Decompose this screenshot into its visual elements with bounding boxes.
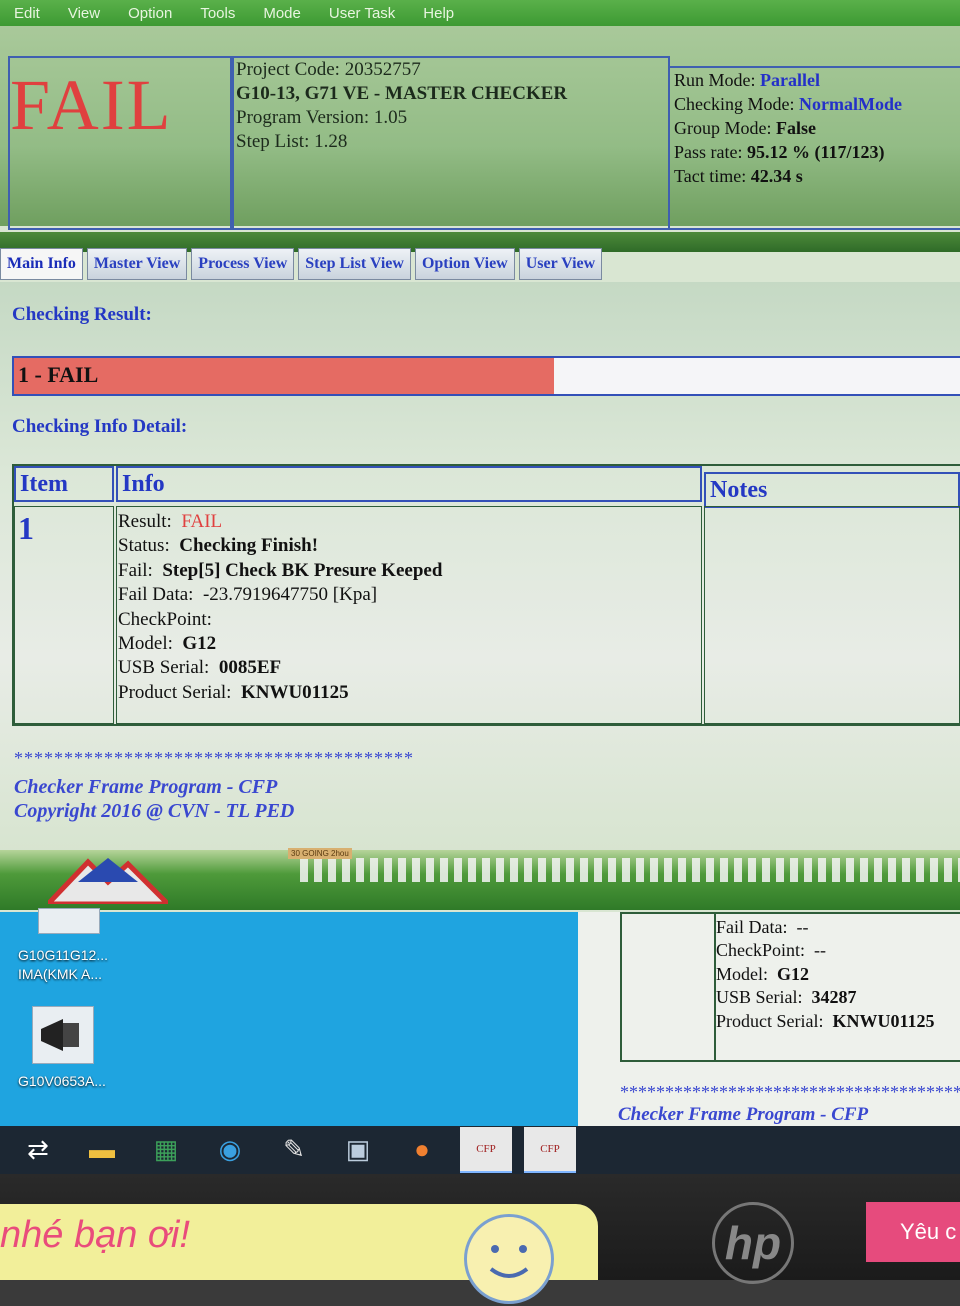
result-text: 1 - FAIL: [18, 362, 99, 387]
logo-bird-icon: [48, 858, 168, 904]
project-code: Project Code: 20352757: [236, 59, 421, 80]
tab-master-view[interactable]: Master View: [86, 248, 188, 280]
cfp-app-icon[interactable]: CFP: [460, 1127, 512, 1173]
checking-mode-row: Checking Mode: NormalMode: [674, 94, 902, 114]
column-header-item: Item: [14, 466, 114, 502]
menu-edit[interactable]: Edit: [0, 5, 54, 22]
tab-step-list-view[interactable]: Step List View: [298, 248, 411, 280]
second-model: Model: G12: [716, 963, 810, 984]
megaphone-icon[interactable]: [32, 1006, 94, 1064]
info-usb-serial: USB Serial: 0085EF: [118, 657, 282, 679]
second-info-lines: Fail Data: -- CheckPoint: -- Model: G12 …: [716, 916, 935, 1033]
group-mode-row: Group Mode: False: [674, 118, 816, 138]
footer-stars: ****************************************: [14, 748, 414, 768]
edge-icon[interactable]: ◉: [204, 1128, 256, 1172]
tact-time-row: Tact time: 42.34 s: [674, 166, 803, 186]
info-result-value: FAIL: [181, 511, 223, 532]
info-result: Result: FAIL: [118, 511, 223, 532]
remote-desktop-icon[interactable]: ▣: [332, 1128, 384, 1172]
tab-user-view[interactable]: User View: [518, 248, 603, 280]
tab-bar: Main Info Master View Process View Step …: [0, 248, 606, 280]
second-checkpoint: CheckPoint: --: [716, 940, 826, 961]
excel-icon[interactable]: ▦: [140, 1128, 192, 1172]
menu-tools[interactable]: Tools: [186, 5, 249, 22]
column-header-info: Info: [116, 466, 702, 502]
mode-info-panel: Run Mode: Parallel Checking Mode: Normal…: [668, 66, 960, 230]
checking-mode-value: NormalMode: [798, 94, 902, 114]
second-checker-window: Fail Data: -- CheckPoint: -- Model: G12 …: [578, 912, 960, 1126]
run-mode-row: Run Mode: Parallel: [674, 70, 820, 90]
column-header-notes: Notes: [704, 472, 960, 508]
checking-detail-label: Checking Info Detail:: [12, 416, 188, 437]
checking-result-label: Checking Result:: [12, 304, 152, 325]
screen: Edit View Option Tools Mode User Task He…: [0, 0, 960, 1180]
info-model: Model: G12: [118, 633, 217, 655]
desktop-icon-label-2[interactable]: G10V0653A...: [18, 1072, 106, 1091]
result-bar: 1 - FAIL: [12, 356, 960, 396]
second-fail-data: Fail Data: --: [716, 917, 809, 937]
run-mode-value: Parallel: [760, 70, 820, 90]
footer-copyright: Copyright 2016 @ CVN - TL PED: [14, 800, 295, 822]
cfp-app-icon-2[interactable]: CFP: [524, 1127, 576, 1173]
second-footer-program-name: Checker Frame Program - CFP: [618, 1104, 869, 1125]
project-info-panel: Project Code: 20352757 G10-13, G71 VE - …: [230, 56, 670, 230]
info-fail: Fail: Step[5] Check BK Presure Keeped: [118, 559, 443, 581]
sticker-text: nhé bạn ơi!: [0, 1214, 190, 1256]
detail-table: Item Info Notes 1 Result: FAIL Status: C…: [12, 464, 960, 726]
project-name: G10-13, G71 VE - MASTER CHECKER: [236, 83, 568, 104]
menu-bar: Edit View Option Tools Mode User Task He…: [0, 0, 960, 26]
item-number: 1: [18, 510, 34, 546]
program-version: Program Version: 1.05: [236, 107, 408, 128]
info-checkpoint: CheckPoint:: [118, 608, 212, 630]
hp-logo: hp: [712, 1202, 794, 1284]
paint-icon[interactable]: ✎: [268, 1128, 320, 1172]
info-fail-data: Fail Data: -23.7919647750 [Kpa]: [118, 584, 378, 606]
pumpkin-icon[interactable]: ●: [396, 1128, 448, 1172]
pass-rate-row: Pass rate: 95.12 % (117/123): [674, 142, 885, 162]
tab-main-info[interactable]: Main Info: [0, 248, 83, 280]
desktop-icon-label-1[interactable]: G10G11G12...: [18, 946, 108, 965]
second-footer-stars: **************************************: [620, 1082, 960, 1102]
network-icon[interactable]: ⇄: [12, 1128, 64, 1172]
tact-time-value: 42.34 s: [750, 166, 803, 186]
taskbar: ⇄ ▬ ▦ ◉ ✎ ▣ ● CFP CFP: [0, 1126, 960, 1174]
step-list-version: Step List: 1.28: [236, 131, 348, 152]
smiley-icon: [464, 1214, 554, 1304]
tab-process-view[interactable]: Process View: [191, 248, 295, 280]
app-header: FAIL Project Code: 20352757 G10-13, G71 …: [0, 26, 960, 252]
second-usb-serial: USB Serial: 34287: [716, 987, 857, 1008]
fence-decoration: [300, 858, 960, 882]
pass-rate-value: 95.12 % (117/123): [746, 142, 885, 162]
footer-program-name: Checker Frame Program - CFP: [14, 776, 278, 798]
excel-file-icon[interactable]: [38, 908, 100, 934]
group-mode-value: False: [776, 118, 816, 138]
pink-sticker: Yêu c: [866, 1202, 960, 1262]
menu-help[interactable]: Help: [409, 5, 468, 22]
file-explorer-icon[interactable]: ▬: [76, 1128, 128, 1172]
menu-mode[interactable]: Mode: [249, 5, 315, 22]
info-status: Status: Checking Finish!: [118, 535, 319, 557]
sign-decoration: 30 GOING 2hou: [288, 848, 352, 859]
tab-option-view[interactable]: Option View: [414, 248, 515, 280]
main-info-panel: Checking Result: 1 - FAIL Checking Info …: [0, 282, 960, 910]
desktop-icon-label-1b[interactable]: IMA(KMK A...: [18, 965, 102, 984]
info-product-serial: Product Serial: KNWU01125: [118, 681, 349, 703]
status-fail-text: FAIL: [10, 65, 173, 145]
info-lines: Result: FAIL Status: Checking Finish! Fa…: [118, 510, 442, 705]
menu-user-task[interactable]: User Task: [315, 5, 409, 22]
menu-option[interactable]: Option: [114, 5, 186, 22]
second-product-serial: Product Serial: KNWU01125: [716, 1010, 935, 1031]
menu-view[interactable]: View: [54, 5, 114, 22]
desktop-area: G10G11G12... IMA(KMK A... G10V0653A...: [0, 908, 578, 1126]
notes-cell: [704, 506, 960, 724]
